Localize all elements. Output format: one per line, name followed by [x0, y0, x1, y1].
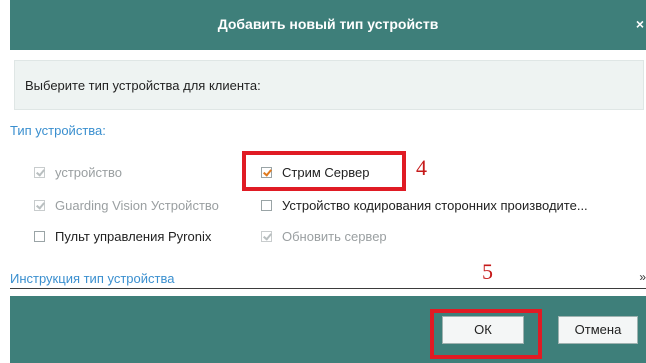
- checkbox-guarding-vision-label: Guarding Vision Устройство: [55, 197, 219, 213]
- highlight-box-ok: [430, 309, 542, 359]
- dialog-titlebar: Добавить новый тип устройств ×: [10, 0, 646, 50]
- checkbox-device: устройство: [34, 162, 122, 182]
- dialog-footer: ОК Отмена: [10, 296, 646, 363]
- checkbox-third-party-encoder[interactable]: Устройство кодирования сторонних произво…: [261, 195, 588, 215]
- checkbox-pyronix-panel-label[interactable]: Пульт управления Pyronix: [55, 229, 211, 244]
- checkbox-icon: [261, 230, 272, 242]
- device-type-label: Тип устройства:: [10, 123, 106, 138]
- cancel-button[interactable]: Отмена: [558, 316, 638, 344]
- checkbox-device-label: устройство: [55, 164, 122, 180]
- checkbox-update-server-label: Обновить сервер: [282, 228, 387, 244]
- checkbox-guarding-vision: Guarding Vision Устройство: [34, 195, 219, 215]
- checkbox-icon: [34, 166, 45, 178]
- add-device-type-dialog: Добавить новый тип устройств × Выберите …: [10, 0, 646, 363]
- instruction-label[interactable]: Инструкция тип устройства: [10, 271, 174, 286]
- checkbox-third-party-encoder-label[interactable]: Устройство кодирования сторонних произво…: [282, 198, 588, 213]
- prompt-text: Выберите тип устройства для клиента:: [25, 78, 261, 93]
- dialog-body: Выберите тип устройства для клиента: Тип…: [10, 50, 646, 296]
- highlight-box-stream-server: [242, 151, 406, 191]
- prompt-box: Выберите тип устройства для клиента:: [14, 60, 644, 110]
- instruction-row[interactable]: Инструкция тип устройства »: [10, 268, 646, 289]
- annotation-step-4: 4: [416, 155, 427, 180]
- close-icon[interactable]: ×: [636, 16, 644, 32]
- double-chevron-down-icon[interactable]: »: [639, 270, 646, 284]
- checkbox-icon[interactable]: [34, 230, 45, 242]
- dialog-title: Добавить новый тип устройств: [217, 16, 439, 32]
- checkbox-update-server: Обновить сервер: [261, 226, 387, 246]
- checkbox-icon[interactable]: [261, 199, 272, 211]
- checkbox-icon: [34, 199, 45, 211]
- checkbox-pyronix-panel[interactable]: Пульт управления Pyronix: [34, 226, 211, 246]
